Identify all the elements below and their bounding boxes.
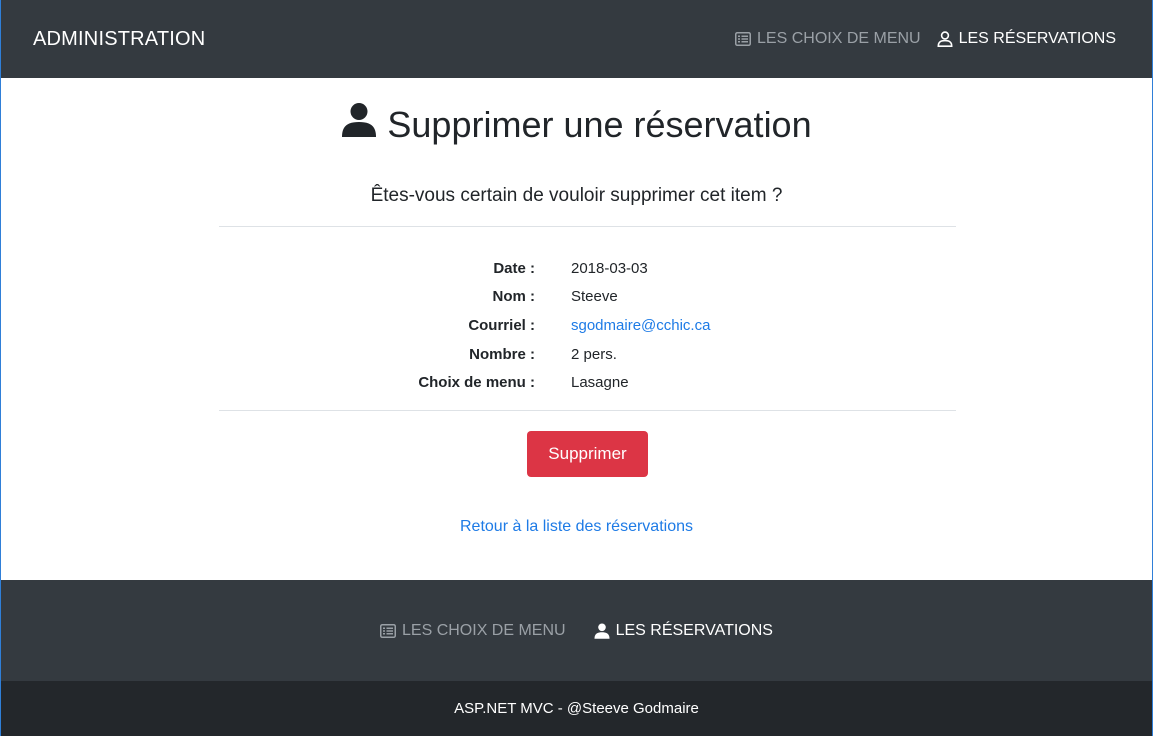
detail-value: Steeve (571, 288, 618, 306)
list-icon (735, 32, 752, 46)
detail-value: 2 pers. (571, 345, 617, 363)
footer-nav: LES CHOIX DE MENU LES RÉSERVATIONS (1, 580, 1152, 681)
user-icon (594, 623, 610, 639)
detail-row-count: Nombre : 2 pers. (1, 340, 1152, 369)
detail-row-menu: Choix de menu : Lasagne (1, 368, 1152, 397)
detail-value: 2018-03-03 (571, 259, 648, 277)
nav-link-label: LES RÉSERVATIONS (958, 30, 1116, 47)
detail-label: Courriel : (468, 316, 535, 334)
user-icon (341, 102, 377, 147)
detail-row-name: Nom : Steeve (1, 283, 1152, 312)
email-link[interactable]: sgodmaire@cchic.ca (571, 317, 710, 334)
app-frame: ADMINISTRATION LES CHOIX DE MENU LES RÉS… (0, 0, 1153, 736)
footer-link-label: LES RÉSERVATIONS (615, 621, 773, 639)
detail-label: Nom : (492, 288, 536, 306)
footer-link-reservations[interactable]: LES RÉSERVATIONS (594, 622, 773, 640)
detail-label: Choix de menu : (418, 374, 535, 392)
detail-label: Nombre : (469, 345, 535, 363)
detail-label: Date : (493, 259, 535, 277)
confirm-question: Êtes-vous certain de vouloir supprimer c… (370, 185, 783, 206)
page-title-text: Supprimer une réservation (387, 103, 812, 145)
detail-row-email: Courriel : sgodmaire@cchic.ca (1, 311, 1152, 340)
back-to-list-link[interactable]: Retour à la liste des réservations (1, 518, 1152, 536)
footer-link-menu-choices[interactable]: LES CHOIX DE MENU (380, 622, 566, 640)
nav-link-label: LES CHOIX DE MENU (757, 30, 921, 47)
divider (219, 410, 956, 411)
list-icon (380, 623, 396, 638)
nav-link-reservations[interactable]: LES RÉSERVATIONS (937, 30, 1116, 48)
user-outline-icon (937, 31, 953, 47)
top-navbar: ADMINISTRATION LES CHOIX DE MENU LES RÉS… (1, 0, 1152, 78)
main-content: Supprimer une réservation Êtes-vous cert… (1, 78, 1152, 580)
page-title: Supprimer une réservation (1, 102, 1152, 147)
details-list: Date : 2018-03-03 Nom : Steeve Courriel … (1, 254, 1152, 397)
nav-link-menu-choices[interactable]: LES CHOIX DE MENU (735, 30, 921, 48)
footer-copyright: ASP.NET MVC - @Steeve Godmaire (1, 681, 1152, 736)
delete-button[interactable]: Supprimer (527, 431, 648, 477)
top-nav-links: LES CHOIX DE MENU LES RÉSERVATIONS (735, 30, 1116, 48)
divider (219, 226, 956, 227)
detail-value: Lasagne (571, 374, 629, 392)
brand-link[interactable]: ADMINISTRATION (33, 28, 205, 51)
footer-link-label: LES CHOIX DE MENU (402, 621, 566, 639)
detail-row-date: Date : 2018-03-03 (1, 254, 1152, 283)
